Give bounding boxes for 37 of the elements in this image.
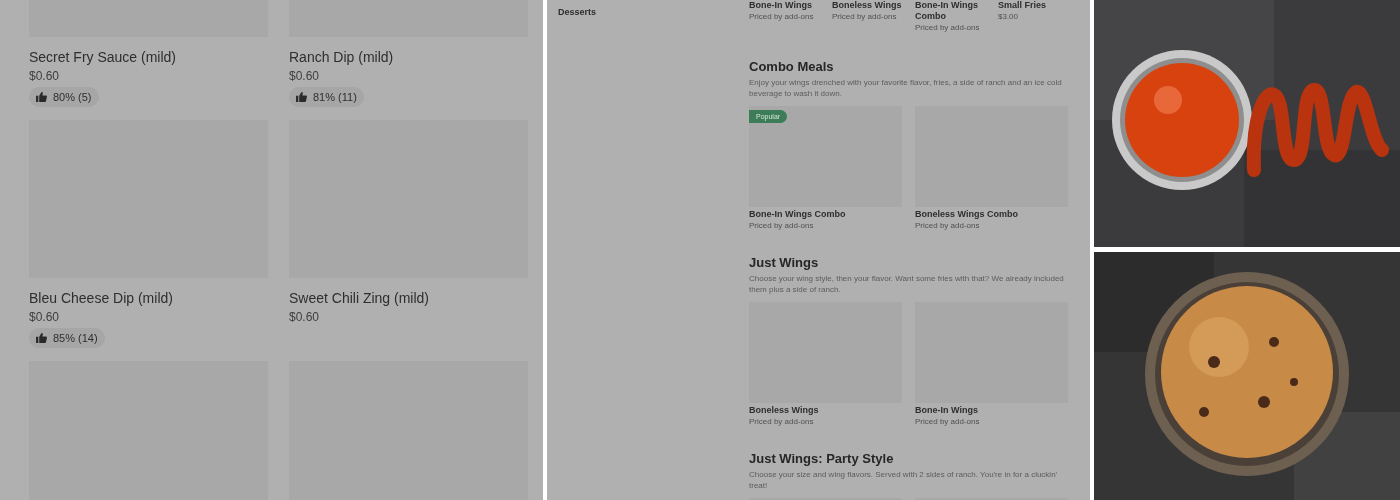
item-name: Boneless Wings [749, 405, 819, 416]
item-name: Secret Fry Sauce (mild) [29, 48, 177, 66]
section-description: Choose your size and wing flavors. Served with 2 sides of ranch. You're in for a cluckin' treat! [749, 469, 1059, 491]
item-price: Priced by add-ons [915, 417, 980, 427]
rating-chip: 81% (11) [289, 87, 364, 107]
item-name: Boneless Wings [832, 0, 902, 11]
item-price: $0.60 [29, 69, 60, 83]
section-description: Choose your wing style, then your flavor. Want some fries with that? We already included them plus a side of ranch. [749, 273, 1065, 295]
item-name: Small Fries [998, 0, 1048, 11]
sidebar-item[interactable]: Desserts [558, 6, 597, 20]
item-price: $3.00 [998, 12, 1019, 22]
item-name: Bleu Cheese Dip (mild) [29, 289, 173, 307]
item-price: Priced by add-ons [749, 221, 814, 231]
rating-chip: 85% (14) [29, 328, 105, 348]
item-price: Priced by add-ons [749, 12, 814, 22]
item-price: Priced by add-ons [915, 221, 980, 231]
item-name: Bone-In Wings [915, 405, 978, 416]
item-price: $0.60 [29, 310, 60, 324]
item-price: $0.60 [289, 69, 320, 83]
item-price: Priced by add-ons [749, 417, 814, 427]
section-description: Enjoy your wings drenched with your favorite flavor, fries, a side of ranch and an ice cold beverage to wash it down. [749, 77, 1063, 99]
item-name: Sweet Chili Zing (mild) [289, 289, 430, 307]
item-price: Priced by add-ons [915, 23, 980, 33]
thumbs-up-icon [36, 92, 47, 102]
item-price: $0.60 [289, 310, 320, 324]
section-title: Just Wings: Party Style [749, 451, 894, 467]
item-price: Priced by add-ons [832, 12, 897, 22]
rating-chip: 80% (5) [29, 87, 99, 107]
section-title: Just Wings [749, 255, 819, 271]
item-name: Bone-In Wings Combo [915, 0, 979, 22]
section-title: Combo Meals [749, 59, 834, 75]
item-name: Bone-In Wings [749, 0, 813, 11]
thumbs-up-icon [296, 92, 307, 102]
item-name: Bone-In Wings Combo [749, 209, 846, 220]
item-name: Ranch Dip (mild) [289, 48, 394, 66]
thumbs-up-icon [36, 333, 47, 343]
item-name: Boneless Wings Combo [915, 209, 1018, 220]
